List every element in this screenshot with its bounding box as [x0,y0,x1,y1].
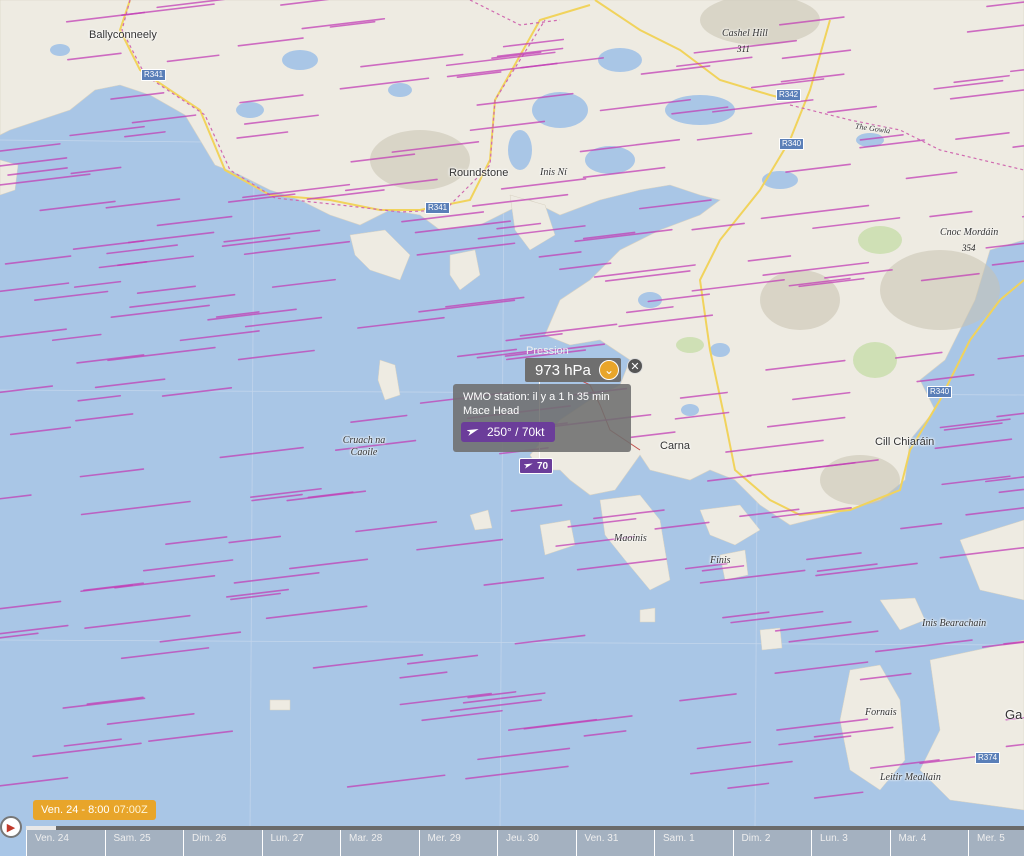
place-label-inis-bearachain: Inis Bearachain [922,618,987,629]
wind-arrow-icon [466,425,479,439]
place-label-maoinis: Maoinis [614,533,647,544]
road-shield-r340-east: R340 [927,386,953,398]
timeline-day[interactable]: Sam. 1 [654,830,733,856]
current-time-badge: Ven. 24 - 8:00 07:00Z [33,800,156,820]
wind-arrow-icon [523,461,533,472]
place-label-ballyconneely: Ballyconneely [89,29,157,41]
timeline-day[interactable]: Mar. 28 [340,830,419,856]
station-update-line: WMO station: il y a 1 h 35 min [463,391,610,403]
timeline-day[interactable]: Dim. 2 [732,830,812,856]
road-shield-r342: R342 [776,89,802,101]
place-label-carna: Carna [660,440,690,452]
timeline-day[interactable]: Mar. 4 [889,830,969,856]
map-view[interactable]: Ballyconneely Roundstone Inis Ní Cashel … [0,0,1024,856]
road-shield-r340-north: R340 [779,138,805,150]
station-wind-speed: 70 [537,460,549,472]
timeline-day[interactable]: Sam. 25 [104,830,184,856]
station-wind-marker[interactable]: 70 [519,458,554,474]
place-label-ga: Ga [1005,707,1023,722]
place-label-cashel-hill: Cashel Hill [722,28,768,39]
timeline-day[interactable]: Jeu. 30 [497,830,576,856]
timeline-day[interactable]: Dim. 26 [183,830,262,856]
timeline-day[interactable]: Lun. 27 [261,830,341,856]
pressure-value: 973 hPa [535,361,591,379]
play-button[interactable]: ▶ [0,816,22,838]
place-label-cnoc-mordain: Cnoc Mordáin [940,227,999,238]
timeline-day[interactable]: Mer. 29 [418,830,498,856]
place-label-inis-ni: Inis Ní [540,167,567,178]
timeline-day[interactable]: Ven. 24 [26,830,105,856]
chevron-down-icon[interactable]: ⌄ [599,360,619,380]
place-label-cill-chiarain: Cill Chiaráin [875,436,935,448]
place-label-finis: Finis [710,555,731,566]
road-shield-r341-north: R341 [141,69,167,81]
timeline-day[interactable]: Ven. 31 [575,830,655,856]
road-shield-r341-south: R341 [425,202,451,214]
place-label-cruach-na-caoile: Cruach na Caoile [342,435,386,458]
peak-elevation-cnoc-mordain: 354 [962,243,976,253]
current-time-label: Ven. 24 - 8:00 [41,804,110,816]
close-icon[interactable]: ✕ [627,358,643,374]
place-label-fornais: Fornais [865,707,897,718]
station-name: Mace Head [463,405,520,417]
timeline-day[interactable]: Mer. 5 [968,830,1024,856]
wind-reading-badge: 250° / 70kt [461,422,555,442]
wind-reading: 250° / 70kt [487,425,545,439]
station-info-popup: WMO station: il y a 1 h 35 min Mace Head… [453,384,631,452]
timeline-days: Ven. 24 Sam. 25 Dim. 26 Lun. 27 Mar. 28 Mer. … [26,830,1024,856]
current-time-zulu: 07:00Z [113,804,148,816]
peak-elevation-cashel: 311 [737,44,750,54]
road-shield-r374: R374 [975,752,1001,764]
place-label-leitir-meallain: Leitir Meallain [880,772,941,783]
play-icon: ▶ [6,821,16,834]
timeline-day[interactable]: Lun. 3 [811,830,890,856]
place-label-roundstone: Roundstone [449,167,509,179]
pressure-label: Pression [526,345,569,357]
